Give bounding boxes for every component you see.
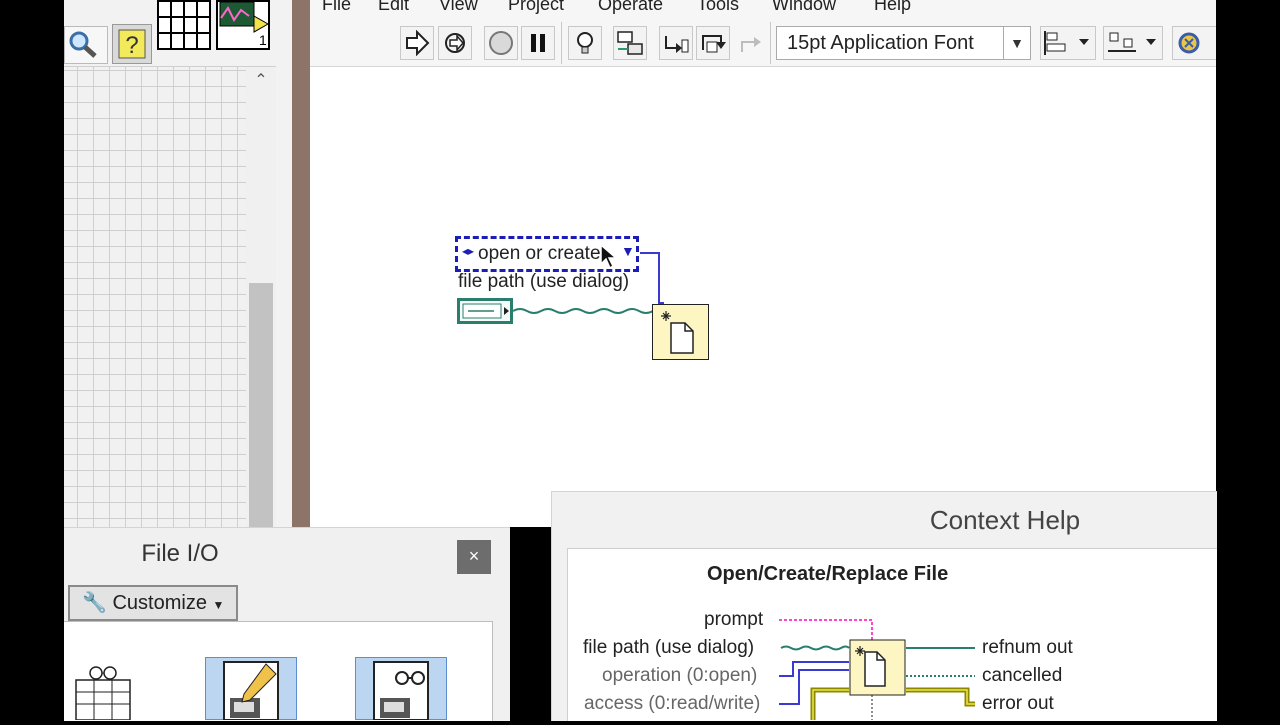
step-out-icon — [741, 37, 761, 52]
svg-text:?: ? — [125, 32, 138, 59]
file-path-label: file path (use dialog) — [458, 271, 630, 292]
toolbar-separator — [770, 22, 771, 64]
wires-layer — [512, 252, 664, 314]
menu-view[interactable]: View — [439, 0, 478, 15]
close-button[interactable]: × — [457, 540, 491, 574]
menu-edit[interactable]: Edit — [378, 0, 409, 15]
step-over-button[interactable] — [696, 26, 730, 60]
search-icon — [69, 31, 97, 58]
menu-help[interactable]: Help — [874, 0, 911, 15]
menu-window[interactable]: Window — [772, 0, 836, 15]
vi-icon[interactable]: 1 — [216, 0, 270, 50]
menu-tools[interactable]: Tools — [697, 0, 739, 15]
palette-title: File I/O — [141, 540, 219, 567]
reorder-dropdown[interactable] — [1172, 26, 1216, 60]
front-panel-grid[interactable] — [64, 67, 246, 527]
distribute-objects-dropdown[interactable] — [1103, 26, 1163, 60]
menu-project[interactable]: Project — [508, 0, 564, 15]
run-continuously-button[interactable] — [438, 26, 472, 60]
path-wire — [512, 308, 654, 314]
read-from-file-icon[interactable] — [355, 657, 447, 721]
abort-button[interactable] — [484, 26, 518, 60]
step-into-button[interactable] — [659, 26, 693, 60]
run-button[interactable] — [400, 26, 434, 60]
run-arrow-icon — [406, 30, 430, 56]
reorder-icon — [1178, 32, 1200, 54]
open-create-replace-file-node[interactable] — [652, 304, 709, 360]
increment-decrement-icon[interactable]: ◂▸ — [462, 244, 474, 258]
distribute-objects-icon — [1108, 32, 1156, 52]
step-out-button[interactable] — [733, 26, 767, 60]
path-icon — [462, 303, 509, 319]
lightbulb-icon — [577, 32, 593, 54]
retain-wire-values-button[interactable] — [613, 26, 647, 60]
help-icon: ? — [118, 29, 146, 59]
chevron-down-icon: ▼ — [212, 598, 225, 612]
pause-icon — [531, 34, 545, 52]
screen-background — [1216, 0, 1280, 720]
align-objects-icon — [1044, 31, 1089, 55]
customize-button[interactable]: 🔧 Customize ▼ — [68, 585, 238, 621]
wrench-icon: 🔧 — [82, 592, 107, 614]
file-icon — [661, 311, 694, 354]
run-continuously-icon — [445, 33, 465, 53]
help-button[interactable]: ? — [112, 24, 152, 64]
step-into-icon — [665, 36, 689, 53]
chevron-down-icon[interactable]: ▼ — [621, 243, 635, 259]
scroll-up-icon[interactable]: ⌃ — [252, 72, 270, 90]
write-to-file-icon[interactable] — [205, 657, 297, 721]
enum-value-text: open or create — [478, 243, 601, 264]
toolbar-separator — [561, 22, 562, 64]
mouse-cursor-icon — [600, 244, 619, 270]
stop-icon — [489, 31, 513, 55]
close-icon: × — [468, 546, 480, 566]
enum-wire — [640, 252, 664, 304]
pause-button[interactable] — [521, 26, 555, 60]
file-path-control[interactable] — [457, 298, 513, 324]
menu-file[interactable]: File — [322, 0, 351, 15]
palette-toolbar: ? 1 — [64, 0, 276, 67]
vi-counter: 1 — [259, 32, 267, 48]
retain-wire-values-icon — [617, 31, 643, 55]
spreadsheet-file-icon[interactable] — [74, 660, 132, 721]
search-button[interactable] — [64, 26, 108, 64]
context-help-connector-diagram — [779, 619, 975, 720]
align-objects-dropdown[interactable] — [1040, 26, 1096, 60]
font-select[interactable]: 15pt Application Font — [776, 26, 1031, 60]
window-border — [276, 0, 292, 527]
highlight-execution-button[interactable] — [568, 26, 602, 60]
menu-bar: File Edit View Project Operate Tools Win… — [310, 0, 1216, 16]
screen-background — [510, 527, 551, 720]
customize-label: Customize — [112, 592, 207, 614]
menu-operate[interactable]: Operate — [598, 0, 663, 15]
step-over-icon — [702, 35, 726, 53]
function-name: Open/Create/Replace File — [707, 563, 949, 585]
window-divider — [292, 0, 310, 527]
context-help-title: Context Help — [929, 505, 1081, 535]
connector-pane-icon[interactable] — [157, 0, 211, 50]
scrollbar-thumb[interactable] — [249, 283, 273, 527]
chevron-down-icon[interactable]: ▼ — [1003, 27, 1030, 59]
